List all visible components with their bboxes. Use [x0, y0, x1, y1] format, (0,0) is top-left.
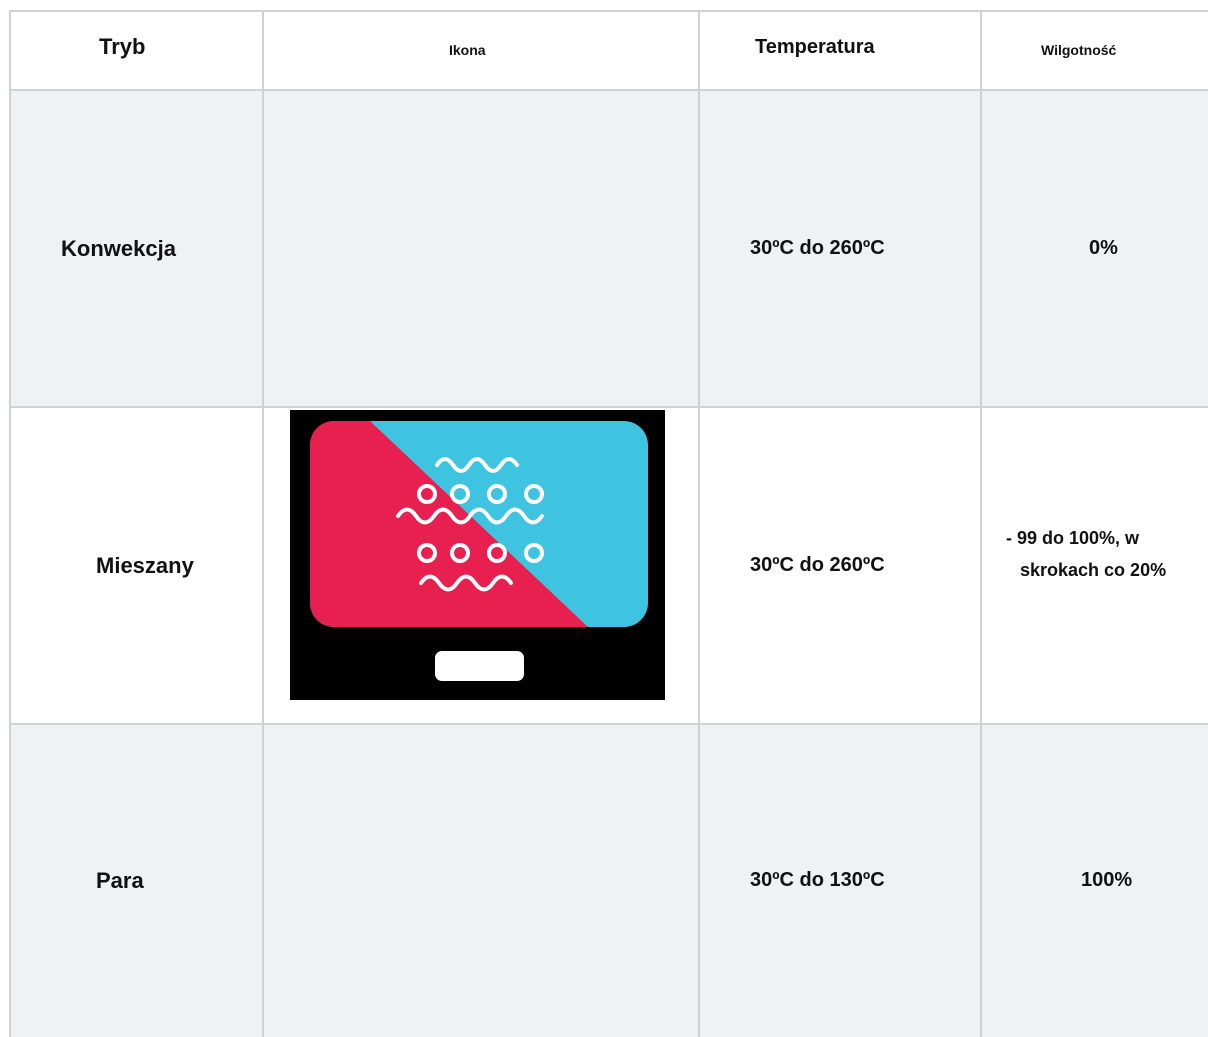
humidity-line-2: skrokach co 20%: [1020, 559, 1167, 580]
row-mieszany-mode: Mieszany: [9, 407, 263, 724]
row-divider: [9, 406, 1208, 408]
row-konwekcja-humidity: 0%: [981, 90, 1208, 407]
humidity-value: 100%: [1081, 869, 1133, 891]
humidity-value: 0%: [1089, 237, 1118, 259]
column-divider: [698, 10, 700, 1037]
column-divider: [9, 10, 11, 1037]
row-para-icon: [263, 724, 699, 1037]
row-mieszany-temperature: 30ºC do 260ºC: [699, 407, 981, 724]
column-divider: [980, 10, 982, 1037]
mode-label: Konwekcja: [61, 235, 176, 261]
row-para-mode: Para: [9, 724, 263, 1037]
header-cell-humidity: Wilgotność: [981, 10, 1208, 90]
row-para-temperature: 30ºC do 130ºC: [699, 724, 981, 1037]
header-icon-label: Ikona: [449, 42, 486, 58]
mode-label: Para: [96, 867, 144, 893]
header-cell-icon: Ikona: [263, 10, 699, 90]
modes-table: Tryb Ikona Temperatura Wilgotność Konwek…: [9, 10, 1208, 1037]
temperature-value: 30ºC do 130ºC: [750, 869, 885, 891]
row-mieszany-humidity: - 99 do 100%, w skrokach co 20%: [981, 407, 1208, 724]
table-border-top: [9, 10, 1208, 12]
row-konwekcja-temperature: 30ºC do 260ºC: [699, 90, 981, 407]
temperature-value: 30ºC do 260ºC: [750, 237, 885, 259]
header-mode-label: Tryb: [99, 34, 146, 59]
header-cell-temperature: Temperatura: [699, 10, 981, 90]
column-divider: [262, 10, 264, 1037]
temperature-value: 30ºC do 260ºC: [750, 554, 885, 576]
header-temperature-label: Temperatura: [755, 35, 875, 58]
row-divider: [9, 723, 1208, 725]
combi-steam-mode-icon: [290, 410, 665, 700]
row-divider: [9, 89, 1208, 91]
mode-label: Mieszany: [96, 552, 194, 578]
header-cell-mode: Tryb: [9, 10, 263, 90]
row-para-humidity: 100%: [981, 724, 1208, 1037]
header-humidity-label: Wilgotność: [1041, 42, 1117, 58]
row-konwekcja-icon: [263, 90, 699, 407]
humidity-line-1: - 99 do 100%, w: [1006, 527, 1140, 548]
icon-control-bar: [435, 651, 524, 681]
row-konwekcja-mode: Konwekcja: [9, 90, 263, 407]
